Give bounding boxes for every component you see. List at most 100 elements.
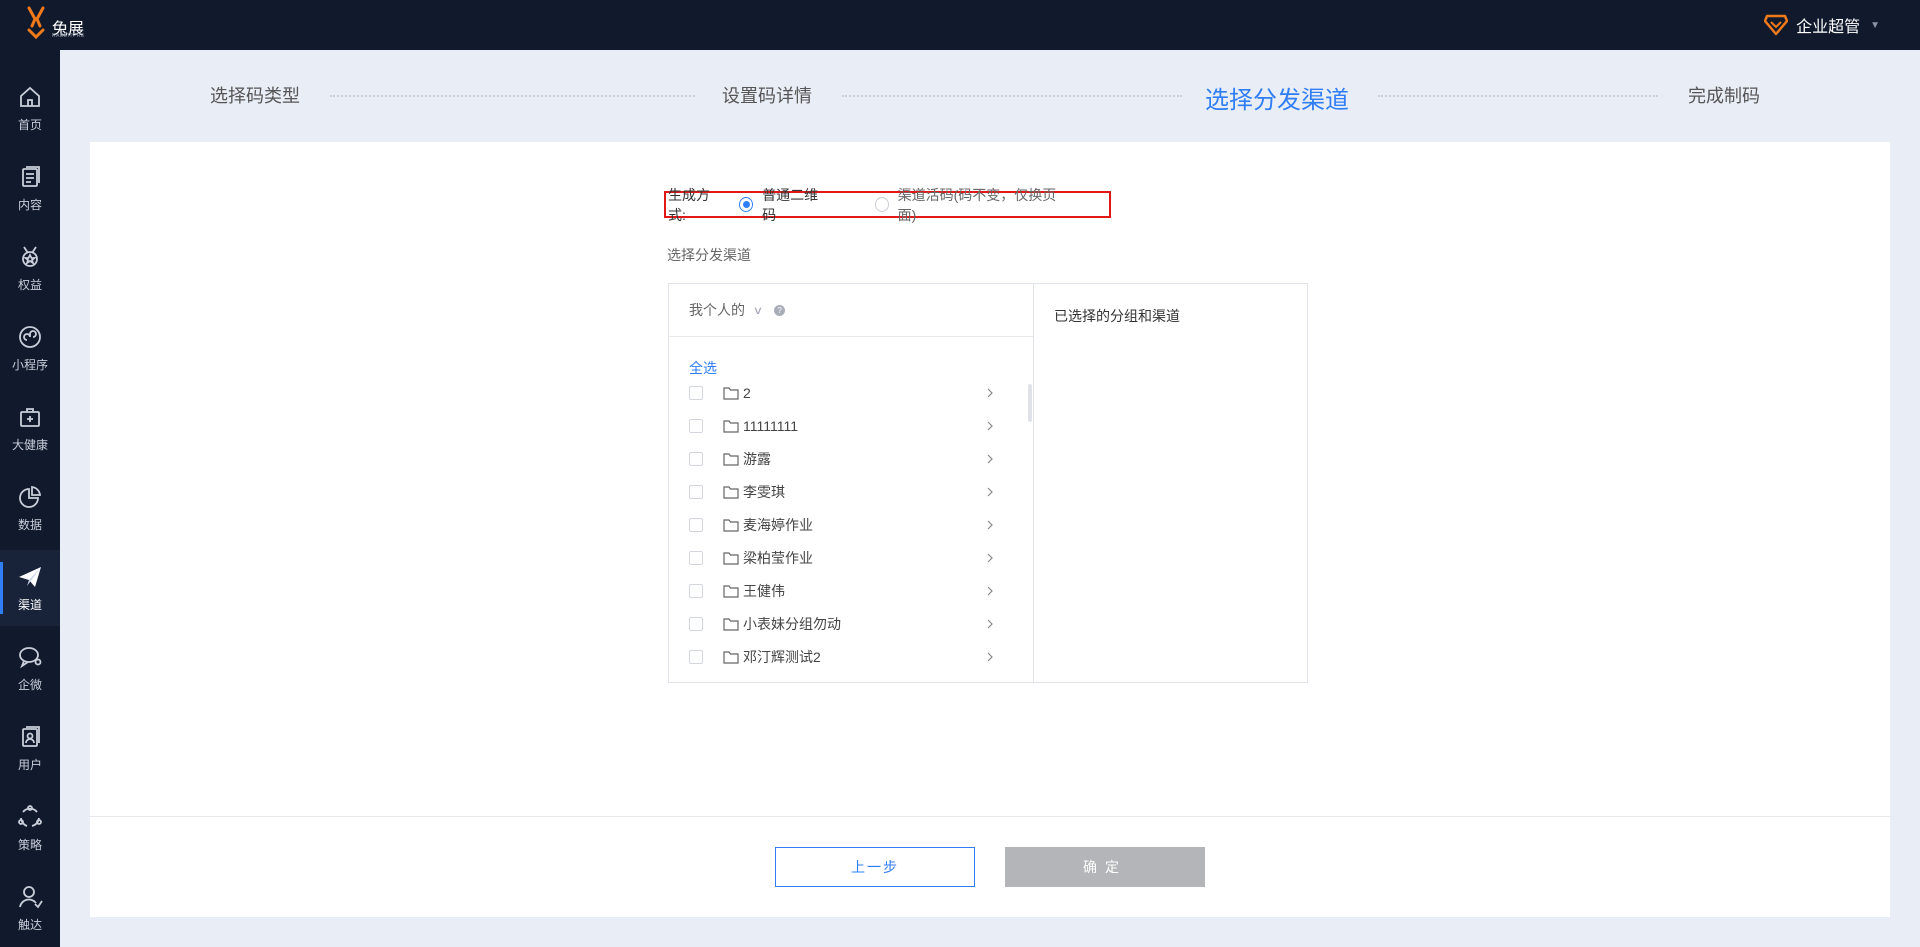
sidebar-item-strategy[interactable]: 策略 [0,790,60,866]
channel-list-panel: 我个人的 ∨ ? 全选 2 11111111 游露李雯琪麦海婷作业梁柏莹作业王健伟小… [669,284,1034,682]
list-item[interactable]: 11111111 [669,409,1029,442]
chevron-right-icon[interactable] [985,421,995,431]
checkbox[interactable] [689,484,703,499]
chevron-right-icon[interactable] [985,388,995,398]
list-item[interactable]: 王健伟 [669,574,1029,607]
group-name: 小表妹分组勿动 [743,615,841,632]
folder-icon [723,518,739,532]
footer-divider [90,816,1890,817]
main-card: 生成方式: 普通二维码 渠道活码(码不变，仅换页面) 选择分发渠道 我个人的 ∨… [90,142,1890,917]
pie-chart-icon [19,485,42,508]
strategy-icon [18,804,42,827]
chat-icon [19,646,42,668]
help-icon[interactable]: ? [774,304,786,316]
folder-icon [723,419,739,433]
step-finish: 完成制码 [1688,86,1760,106]
radio-normal-qr[interactable] [739,197,754,212]
list-item[interactable]: 李雯琪 [669,475,1029,508]
step-select-channel: 选择分发渠道 [1205,87,1349,114]
checkbox[interactable] [689,649,703,664]
step-code-details: 设置码详情 [722,86,812,106]
sidebar-item-label: 策略 [17,837,42,852]
sidebar-item-label: 用户 [17,757,42,772]
sidebar-item-content[interactable]: 内容 [0,150,60,226]
list-item[interactable]: 2 [669,376,1029,409]
sidebar-item-users[interactable]: 用户 [0,710,60,786]
generation-mode-label: 生成方式: [668,186,710,223]
generation-mode-group: 生成方式: 普通二维码 渠道活码(码不变，仅换页面) [664,187,1111,223]
vip-diamond-icon [1764,14,1789,36]
sidebar-item-reach[interactable]: 触达 [0,870,60,946]
medal-icon [22,246,38,267]
radio-channel-live-code[interactable] [874,197,889,212]
chevron-right-icon[interactable] [985,619,995,629]
sidebar-item-health[interactable]: 大健康 [0,390,60,466]
chevron-right-icon[interactable] [985,586,995,596]
sidebar-item-label: 小程序 [11,357,48,372]
caret-down-icon: ▼ [1870,19,1880,31]
checkbox[interactable] [689,550,703,565]
list-item[interactable]: 游露 [669,442,1029,475]
sidebar-item-label: 企微 [17,677,42,692]
checkbox[interactable] [689,385,703,400]
radio-normal-qr-label[interactable]: 普通二维码 [762,185,826,225]
chevron-right-icon[interactable] [985,553,995,563]
radio-channel-live-code-label[interactable]: 渠道活码(码不变，仅换页面) [898,185,1061,225]
sidebar-item-channel[interactable]: 渠道 [0,550,60,626]
scope-dropdown[interactable]: 我个人的 ∨ ? [669,284,1033,337]
folder-icon [723,650,739,664]
sidebar-item-data[interactable]: 数据 [0,470,60,546]
step-connector [842,95,1182,97]
top-bar: 兔展 RABBITPRE 企业超管 ▼ [0,0,1920,50]
group-name: 梁柏莹作业 [743,549,813,566]
step-connector [1378,95,1658,97]
sidebar-item-label: 大健康 [11,437,48,452]
list-item[interactable]: 麦海婷作业 [669,508,1029,541]
confirm-button[interactable]: 确定 [1005,847,1205,887]
list-item[interactable]: 梁柏莹作业 [669,541,1029,574]
sidebar-item-home[interactable]: 首页 [0,70,60,146]
list-item[interactable]: 邓汀辉测试2 [669,640,1029,673]
prev-step-button[interactable]: 上一步 [775,847,975,887]
sidebar: 首页 内容 权益 小程序 大健康 数据 渠道 企微 用户 策略 触达 [0,50,60,947]
checkbox[interactable] [689,583,703,598]
user-card-icon [22,725,40,747]
checkbox[interactable] [689,616,703,631]
sidebar-item-label: 渠道 [17,597,42,612]
channel-picker: 我个人的 ∨ ? 全选 2 11111111 游露李雯琪麦海婷作业梁柏莹作业王健伟小… [668,283,1308,683]
sidebar-item-label: 首页 [17,117,42,132]
chevron-right-icon[interactable] [985,652,995,662]
folder-icon [723,551,739,565]
group-list: 2 11111111 游露李雯琪麦海婷作业梁柏莹作业王健伟小表妹分组勿动 邓汀辉测试2 [669,376,1029,673]
user-menu[interactable]: 企业超管 ▼ [1764,13,1880,37]
sidebar-item-benefits[interactable]: 权益 [0,230,60,306]
folder-icon [723,617,739,631]
folder-icon [723,452,739,466]
scope-dropdown-value: 我个人的 [689,302,745,318]
checkbox[interactable] [689,517,703,532]
section-title: 选择分发渠道 [667,247,751,263]
chevron-right-icon[interactable] [985,520,995,530]
reach-user-icon [19,885,43,908]
group-name: 游露 [743,450,771,467]
group-name: 2 [743,384,751,401]
group-name: 11111111 [743,417,799,434]
checkbox[interactable] [689,451,703,466]
folder-icon [723,386,739,400]
group-name: 邓汀辉测试2 [743,648,821,665]
sidebar-item-label: 数据 [17,517,42,532]
brand-subtitle: RABBITPRE [52,33,85,39]
sidebar-item-wecom[interactable]: 企微 [0,630,60,706]
group-name: 麦海婷作业 [743,516,813,533]
list-item[interactable]: 小表妹分组勿动 [669,607,1029,640]
folder-icon [723,485,739,499]
select-all-link[interactable]: 全选 [689,358,717,378]
chevron-right-icon[interactable] [985,454,995,464]
sidebar-item-mini-program[interactable]: 小程序 [0,310,60,386]
step-connector [330,95,695,97]
chevron-right-icon[interactable] [985,487,995,497]
home-icon [20,86,40,107]
paper-plane-icon [19,566,41,587]
folder-icon [723,584,739,598]
checkbox[interactable] [689,418,703,433]
